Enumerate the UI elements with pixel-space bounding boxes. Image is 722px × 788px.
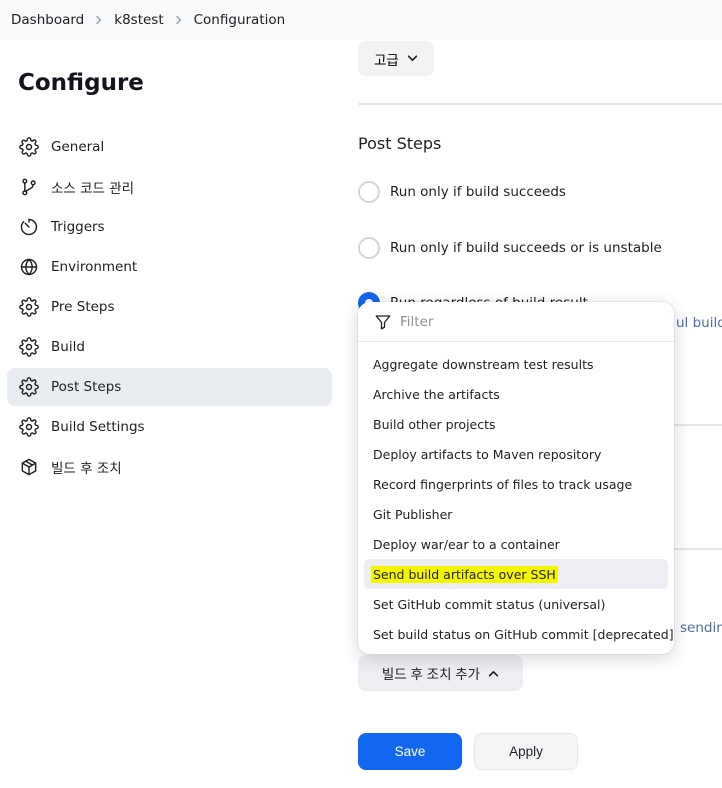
- help-text-fragment: ul builds: [676, 315, 722, 331]
- gear-icon: [18, 136, 40, 158]
- radio-label: Run only if build succeeds: [390, 184, 566, 200]
- sidebar-item-general[interactable]: General: [7, 128, 332, 166]
- git-branch-icon: [18, 176, 40, 198]
- filter-row: [358, 302, 674, 342]
- apply-button[interactable]: Apply: [474, 733, 578, 770]
- menu-item[interactable]: Git Publisher: [364, 499, 668, 529]
- filter-input[interactable]: [400, 313, 650, 330]
- sidebar-item-post-build-actions[interactable]: 빌드 후 조치: [7, 448, 332, 486]
- gear-icon: [18, 376, 40, 398]
- sidebar-item-label: 빌드 후 조치: [51, 461, 122, 477]
- breadcrumb-configuration[interactable]: Configuration: [194, 12, 286, 28]
- gear-icon: [18, 296, 40, 318]
- menu-item[interactable]: Build other projects: [364, 409, 668, 439]
- sidebar-item-label: Build: [51, 339, 85, 355]
- section-divider: [674, 548, 722, 550]
- sidebar-item-source-code[interactable]: 소스 코드 관리: [7, 168, 332, 206]
- menu-item-send-build-artifacts-ssh[interactable]: Send build artifacts over SSH: [364, 559, 668, 589]
- menu-item[interactable]: Set build status on GitHub commit [depre…: [364, 619, 674, 649]
- sidebar-item-label: Build Settings: [51, 419, 145, 435]
- page-title: Configure: [18, 70, 144, 96]
- jenkins-configure-page: Dashboard k8stest Configuration Configur…: [0, 0, 722, 788]
- section-divider: [674, 424, 722, 426]
- sidebar-item-post-steps[interactable]: Post Steps: [7, 368, 332, 406]
- sidebar-item-label: Environment: [51, 259, 138, 275]
- package-icon: [18, 456, 40, 478]
- filter-icon: [375, 314, 391, 329]
- radio-run-if-succeeds-or-unstable[interactable]: Run only if build succeeds or is unstabl…: [358, 237, 662, 259]
- add-post-build-action-button[interactable]: 빌드 후 조치 추가: [358, 655, 523, 691]
- section-divider: [358, 103, 722, 105]
- sidebar-item-label: 소스 코드 관리: [51, 181, 135, 197]
- menu-item[interactable]: Record fingerprints of files to track us…: [364, 469, 668, 499]
- menu-item[interactable]: Archive the artifacts: [364, 379, 668, 409]
- menu-item[interactable]: Deploy artifacts to Maven repository: [364, 439, 668, 469]
- section-title-post-steps: Post Steps: [358, 134, 442, 153]
- gear-icon: [18, 336, 40, 358]
- globe-icon: [18, 256, 40, 278]
- help-text-fragment: sendin: [680, 620, 722, 636]
- sidebar-nav: General 소스 코드 관리 Triggers Environment Pr…: [7, 128, 332, 488]
- menu-item[interactable]: Aggregate downstream test results: [364, 349, 668, 379]
- sidebar-item-pre-steps[interactable]: Pre Steps: [7, 288, 332, 326]
- radio-button[interactable]: [358, 181, 380, 203]
- sidebar-item-label: General: [51, 139, 105, 155]
- sidebar-item-label: Triggers: [51, 219, 105, 235]
- breadcrumb-k8stest[interactable]: k8stest: [114, 12, 163, 28]
- radio-button[interactable]: [358, 237, 380, 259]
- sidebar-item-build-settings[interactable]: Build Settings: [7, 408, 332, 446]
- timer-icon: [18, 216, 40, 238]
- sidebar-item-triggers[interactable]: Triggers: [7, 208, 332, 246]
- chevron-right-icon: [164, 15, 194, 25]
- dropdown-menu: Aggregate downstream test results Archiv…: [358, 342, 674, 649]
- sidebar-item-environment[interactable]: Environment: [7, 248, 332, 286]
- post-build-action-dropdown: Aggregate downstream test results Archiv…: [358, 302, 674, 654]
- menu-item[interactable]: Set GitHub commit status (universal): [364, 589, 668, 619]
- sidebar-item-build[interactable]: Build: [7, 328, 332, 366]
- menu-item[interactable]: Deploy war/ear to a container: [364, 529, 668, 559]
- sidebar-item-label: Post Steps: [51, 379, 122, 395]
- sidebar-item-label: Pre Steps: [51, 299, 115, 315]
- breadcrumb-dashboard[interactable]: Dashboard: [11, 12, 84, 28]
- advanced-button[interactable]: 고급: [358, 41, 434, 76]
- gear-icon: [18, 416, 40, 438]
- breadcrumb: Dashboard k8stest Configuration: [0, 0, 722, 40]
- advanced-button-label: 고급: [374, 52, 399, 68]
- save-button[interactable]: Save: [358, 733, 462, 770]
- add-post-build-action-label: 빌드 후 조치 추가: [381, 667, 481, 682]
- chevron-right-icon: [84, 15, 114, 25]
- chevron-up-icon: [488, 670, 499, 677]
- chevron-down-icon: [407, 55, 418, 61]
- radio-label: Run only if build succeeds or is unstabl…: [390, 240, 662, 256]
- radio-run-if-succeeds[interactable]: Run only if build succeeds: [358, 181, 566, 203]
